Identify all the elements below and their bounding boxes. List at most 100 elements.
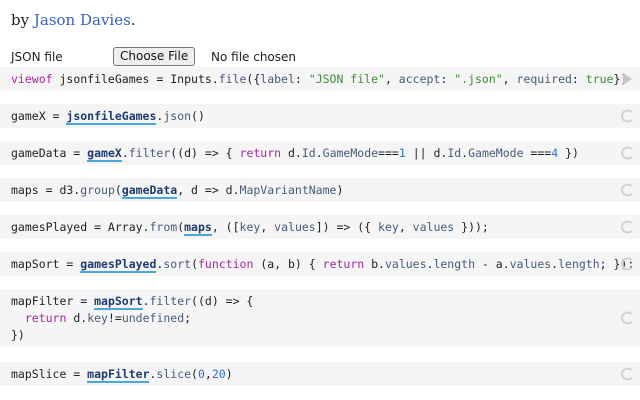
cell-reference[interactable]: maps	[184, 220, 212, 236]
code-token: accept	[398, 72, 441, 86]
code-token: })	[11, 328, 25, 342]
code-token: file	[218, 72, 247, 86]
code-token: ,	[204, 367, 212, 381]
code-token: return	[24, 311, 67, 325]
code-token: 0	[197, 367, 205, 381]
cell-mapfilter[interactable]: mapFilter = mapSort.filter((d) => { retu…	[0, 289, 640, 347]
code-token: )	[225, 367, 233, 381]
cell-viewof-jsonfilegames[interactable]: viewof jsonfileGames = Inputs.file({labe…	[0, 67, 640, 91]
byline-prefix: by	[11, 11, 34, 29]
code-token: values	[384, 257, 427, 271]
cell-code[interactable]: mapSlice = mapFilter.slice(0,20)	[11, 366, 640, 383]
code-token: key	[378, 220, 399, 234]
refresh-icon[interactable]	[621, 257, 634, 271]
cell-maps[interactable]: maps = d3.group(gameData, d => d.MapVari…	[0, 178, 640, 202]
code-token: length	[558, 257, 600, 271]
code-token: ,	[260, 220, 275, 234]
code-token: d.	[66, 311, 88, 325]
code-token: (	[191, 367, 198, 381]
cell-gamex[interactable]: gameX = jsonfileGames.json()	[0, 104, 640, 128]
code-token: length	[433, 257, 475, 271]
code-token: from	[149, 220, 178, 234]
code-token: GameMode	[468, 146, 524, 160]
code-token: ===	[523, 146, 552, 160]
code-token: required	[516, 72, 572, 86]
code-token: mapFilter =	[11, 294, 95, 308]
code-token: ,	[502, 72, 517, 86]
cell-gamesplayed[interactable]: gamesPlayed = Array.from(maps, ([key, va…	[0, 215, 640, 239]
code-token: GameMode	[322, 146, 379, 160]
cell-mapsort[interactable]: mapSort = gamesPlayed.sort(function (a, …	[0, 252, 640, 276]
byline: by Jason Davies.	[11, 11, 136, 29]
cell-reference[interactable]: gameData	[121, 183, 178, 199]
cell-code[interactable]: gameData = gameX.filter((d) => { return …	[11, 145, 640, 162]
cell-code[interactable]: gamesPlayed = Array.from(maps, ([key, va…	[11, 219, 640, 236]
code-token: , ([	[211, 220, 240, 234]
code-token: Id	[447, 146, 462, 160]
code-token: , d => d.	[177, 183, 240, 197]
code-token: ,	[398, 220, 413, 234]
code-token: true	[585, 72, 614, 86]
code-token: :	[440, 72, 455, 86]
code-token: || d.	[405, 146, 448, 160]
cell-code[interactable]: viewof jsonfileGames = Inputs.file({labe…	[11, 71, 640, 88]
json-file-label: JSON file	[11, 50, 63, 64]
code-token: json	[163, 109, 192, 123]
cell-reference[interactable]: mapFilter	[87, 367, 150, 383]
play-icon[interactable]	[623, 73, 632, 85]
code-token: - a.	[475, 257, 510, 271]
cell-gamedata[interactable]: gameData = gameX.filter((d) => { return …	[0, 141, 640, 165]
code-token: }));	[454, 220, 489, 234]
code-token: .	[315, 146, 323, 160]
code-token: values	[274, 220, 316, 234]
code-token: })	[558, 146, 579, 160]
author-link[interactable]: Jason Davies	[34, 11, 131, 29]
code-token: .	[142, 294, 150, 308]
cell-reference[interactable]: jsonfileGames	[66, 109, 157, 125]
cell-mapslice[interactable]: mapSlice = mapFilter.slice(0,20)	[0, 362, 640, 386]
cell-code[interactable]: mapSort = gamesPlayed.sort(function (a, …	[11, 256, 640, 273]
code-token: values	[509, 257, 552, 271]
cell-reference[interactable]: gamesPlayed	[80, 257, 157, 273]
code-token: ,	[384, 72, 399, 86]
byline-suffix: .	[130, 11, 136, 29]
code-token: gameX =	[11, 109, 67, 123]
file-status: No file chosen	[211, 50, 297, 64]
code-token: function	[198, 257, 254, 271]
code-token: ()	[191, 109, 205, 123]
refresh-icon[interactable]	[621, 146, 634, 160]
code-token: key	[239, 220, 261, 234]
refresh-icon[interactable]	[621, 367, 634, 381]
code-token: Id	[301, 146, 316, 160]
code-token: )	[336, 183, 344, 197]
code-token: !=	[107, 311, 122, 325]
cell-code[interactable]: mapFilter = mapSort.filter((d) => { retu…	[11, 293, 640, 344]
code-token: values	[412, 220, 455, 234]
code-token: return	[322, 257, 365, 271]
code-token: ===	[378, 146, 399, 160]
code-token: :	[571, 72, 586, 86]
refresh-icon[interactable]	[621, 220, 634, 234]
code-token: key	[87, 311, 108, 325]
code-token: (a, b) {	[253, 257, 323, 271]
cell-code[interactable]: maps = d3.group(gameData, d => d.MapVari…	[11, 182, 640, 199]
choose-file-button[interactable]: Choose File	[113, 47, 196, 66]
refresh-icon[interactable]	[621, 183, 634, 197]
code-token: slice	[156, 367, 192, 381]
cell-code[interactable]: gameX = jsonfileGames.json()	[11, 108, 640, 125]
code-token: mapSlice =	[11, 367, 88, 381]
code-token: (	[114, 183, 122, 197]
code-token: 20	[211, 367, 226, 381]
code-token: return	[239, 146, 282, 160]
code-token: ((d) => {	[191, 294, 254, 308]
code-token: gamesPlayed = Array.	[11, 220, 150, 234]
code-token: ({	[246, 72, 261, 86]
cell-reference[interactable]: gameX	[87, 146, 122, 162]
refresh-icon[interactable]	[621, 311, 634, 325]
code-token: (	[191, 257, 198, 271]
refresh-icon[interactable]	[621, 109, 634, 123]
cell-reference[interactable]: mapSort	[94, 294, 143, 310]
code-token: ((d) => {	[170, 146, 240, 160]
code-token: :	[294, 72, 309, 86]
